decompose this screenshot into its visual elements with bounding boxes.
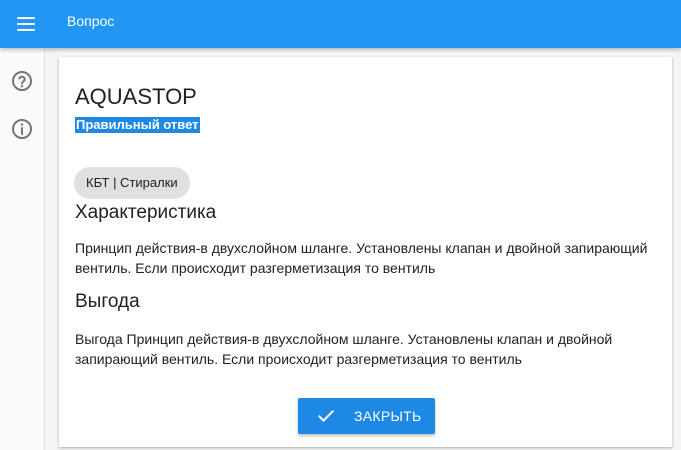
benefit-heading: Выгода [75, 291, 140, 312]
category-chip[interactable]: КБТ | Стиралки [74, 167, 190, 199]
benefit-text: Выгода Принцип действия-в двухслойном шл… [75, 331, 613, 367]
feature-heading: Характеристика [75, 202, 217, 223]
info-circle-icon[interactable] [10, 117, 34, 141]
menu-button[interactable] [8, 6, 44, 42]
card-title: AQUASTOP [75, 84, 197, 109]
page-title: Вопрос [67, 13, 115, 29]
sidebar [0, 48, 45, 450]
check-icon [317, 410, 335, 422]
help-circle-icon[interactable] [10, 69, 34, 93]
feature-text: Принцип действия-в двухслойном шланге. У… [75, 240, 648, 276]
close-button-label: ЗАКРЫТЬ [354, 408, 422, 424]
app-bar: Вопрос [0, 0, 681, 48]
menu-icon [17, 17, 35, 31]
close-button[interactable]: ЗАКРЫТЬ [298, 398, 435, 434]
correct-answer-label: Правильный ответ [75, 117, 200, 133]
question-card: AQUASTOP Правильный ответ КБТ | Стиралки… [59, 57, 672, 447]
